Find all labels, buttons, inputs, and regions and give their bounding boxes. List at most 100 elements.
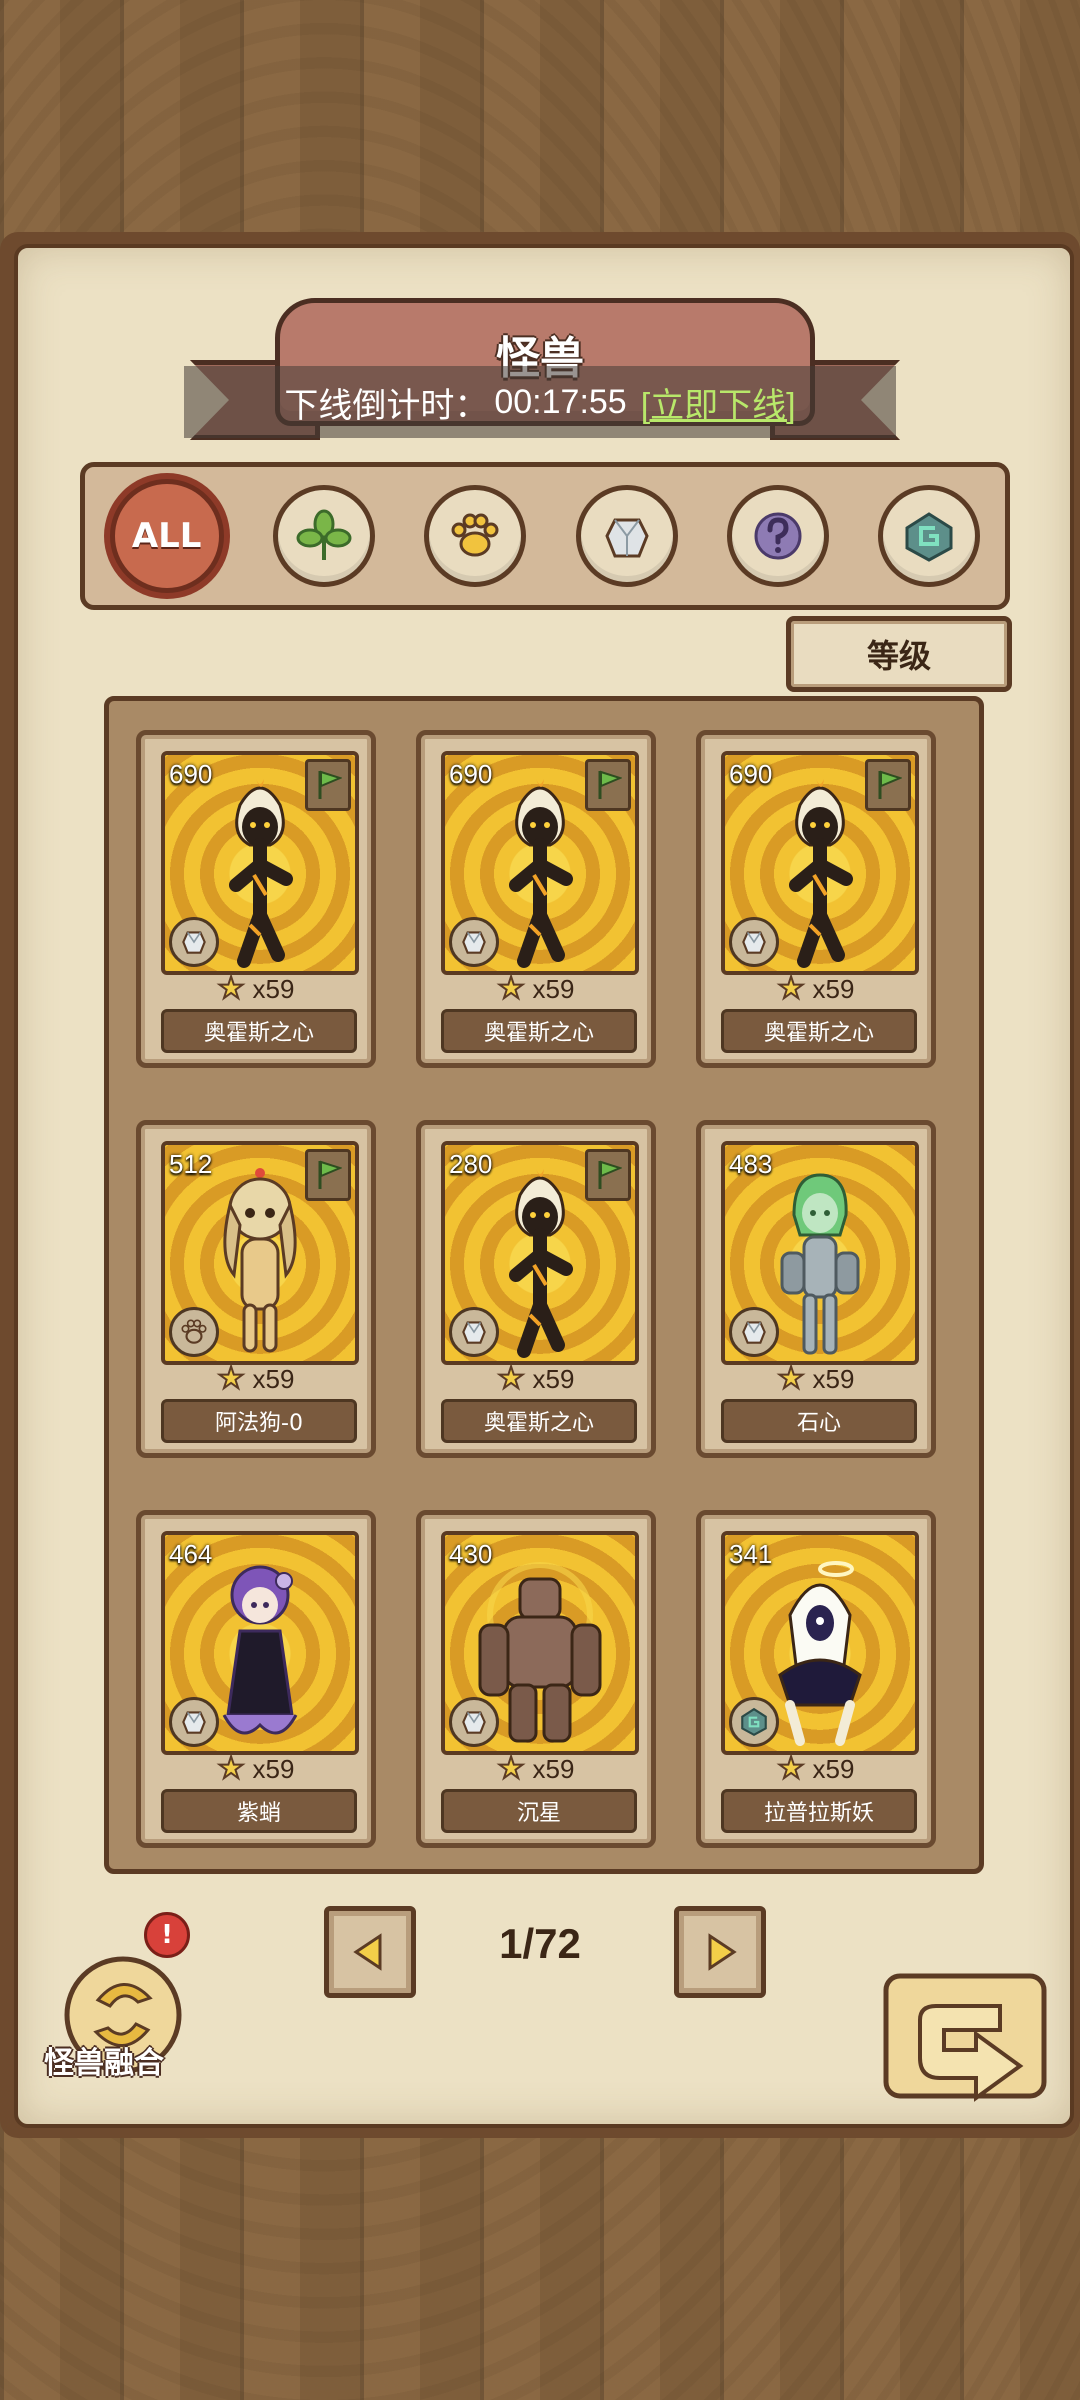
monster-card[interactable]: 430 ★ x59 沉星 [416,1510,656,1848]
triangle-right-icon [708,1933,737,1971]
star-icon: ★ [777,971,806,1006]
monster-level: 280 [449,1149,493,1179]
crystal-icon [449,1697,499,1747]
crystal-icon [604,518,649,558]
star-count-value: x59 [252,974,295,1004]
star-count: ★ x59 [421,971,651,1006]
return-button[interactable] [880,1970,1050,2120]
crystal-icon [729,1307,779,1357]
star-count-value: x59 [812,974,855,1004]
monster-portrait: 512 [161,1141,359,1365]
crystal-icon [449,917,499,967]
star-icon: ★ [777,1751,806,1786]
return-arrow-icon [883,1973,1047,2102]
star-icon: ★ [217,1751,246,1786]
monster-portrait: 341 [721,1531,919,1755]
crystal-icon [169,1697,219,1747]
monster-level: 512 [169,1149,213,1179]
monster-portrait: 690 [721,751,919,975]
monster-name: 奥霍斯之心 [441,1009,637,1053]
star-icon: ★ [497,971,526,1006]
flag-icon[interactable] [585,759,631,811]
star-icon: ★ [217,1361,246,1396]
monster-portrait: 483 [721,1141,919,1365]
star-count: ★ x59 [701,971,931,1006]
rune-icon [905,512,953,562]
filter-all-label: ALL [131,516,202,556]
filter-all-button[interactable]: ALL [109,479,224,593]
leaf-icon [296,509,352,560]
monster-name: 奥霍斯之心 [721,1009,917,1053]
filter-unknown-button[interactable] [726,485,829,587]
triangle-left-icon [353,1933,382,1971]
prev-page-button[interactable] [324,1906,416,1998]
star-icon: ★ [777,1361,806,1396]
monster-card[interactable]: 690 ★ x59 奥霍斯之心 [136,730,376,1068]
question-icon [754,512,802,560]
monster-card[interactable]: 280 ★ x59 奥霍斯之心 [416,1120,656,1458]
monster-card[interactable]: 464 ★ x59 紫蛸 [136,1510,376,1848]
monster-card[interactable]: 690 ★ x59 奥霍斯之心 [696,730,936,1068]
star-icon: ★ [217,971,246,1006]
filter-bar: ALL [80,462,1010,610]
monster-name: 奥霍斯之心 [161,1009,357,1053]
countdown-time: 00:17:55 [494,382,627,421]
filter-beast-button[interactable] [424,485,527,587]
monster-level: 430 [449,1539,493,1569]
star-count: ★ x59 [141,1361,371,1396]
paw-icon [169,1307,219,1357]
filter-mineral-button[interactable] [575,485,678,587]
monster-portrait: 430 [441,1531,639,1755]
crystal-icon [449,1307,499,1357]
offline-now-link[interactable]: [立即下线] [641,378,796,427]
star-count: ★ x59 [701,1361,931,1396]
monster-level: 341 [729,1539,773,1569]
star-icon: ★ [497,1361,526,1396]
flag-icon[interactable] [305,1149,351,1201]
filter-arcane-button[interactable] [878,485,981,587]
monster-portrait: 690 [161,751,359,975]
paw-icon [451,513,499,557]
monster-portrait: 280 [441,1141,639,1365]
star-count: ★ x59 [421,1751,651,1786]
rune-icon [729,1697,779,1747]
star-count-value: x59 [532,1754,575,1784]
countdown-bar: 下线倒计时： 00:17:55 [立即下线] [184,366,896,438]
star-count: ★ x59 [421,1361,651,1396]
monster-card[interactable]: 483 ★ x59 石心 [696,1120,936,1458]
monster-portrait: 464 [161,1531,359,1755]
monster-card[interactable]: 690 ★ x59 奥霍斯之心 [416,730,656,1068]
monster-card[interactable]: 341 ★ x59 拉普拉斯妖 [696,1510,936,1848]
star-count: ★ x59 [701,1751,931,1786]
countdown-label: 下线倒计时： [284,386,489,425]
crystal-icon [169,917,219,967]
star-count: ★ x59 [141,971,371,1006]
monster-level: 690 [729,759,773,789]
flag-icon[interactable] [305,759,351,811]
monster-name: 紫蛸 [161,1789,357,1833]
star-count: ★ x59 [141,1751,371,1786]
monster-level: 690 [449,759,493,789]
page-indicator: 1/72 [499,1920,581,1967]
monster-name: 阿法狗-0 [161,1399,357,1443]
star-count-value: x59 [252,1754,295,1784]
monster-level: 464 [169,1539,213,1569]
filter-plant-button[interactable] [272,485,375,587]
fusion-label: 怪兽融合 [44,2046,164,2081]
monster-name: 奥霍斯之心 [441,1399,637,1443]
monster-level: 690 [169,759,213,789]
monster-name: 石心 [721,1399,917,1443]
star-count-value: x59 [812,1364,855,1394]
flag-icon[interactable] [585,1149,631,1201]
flag-icon[interactable] [865,759,911,811]
monster-level: 483 [729,1149,773,1179]
next-page-button[interactable] [674,1906,766,1998]
monster-name: 沉星 [441,1789,637,1833]
monster-portrait: 690 [441,751,639,975]
crystal-icon [729,917,779,967]
sort-level-button[interactable]: 等级 [786,616,1012,692]
monster-name: 拉普拉斯妖 [721,1789,917,1833]
star-count-value: x59 [532,1364,575,1394]
star-count-value: x59 [532,974,575,1004]
monster-card[interactable]: 512 ★ x59 阿法狗-0 [136,1120,376,1458]
